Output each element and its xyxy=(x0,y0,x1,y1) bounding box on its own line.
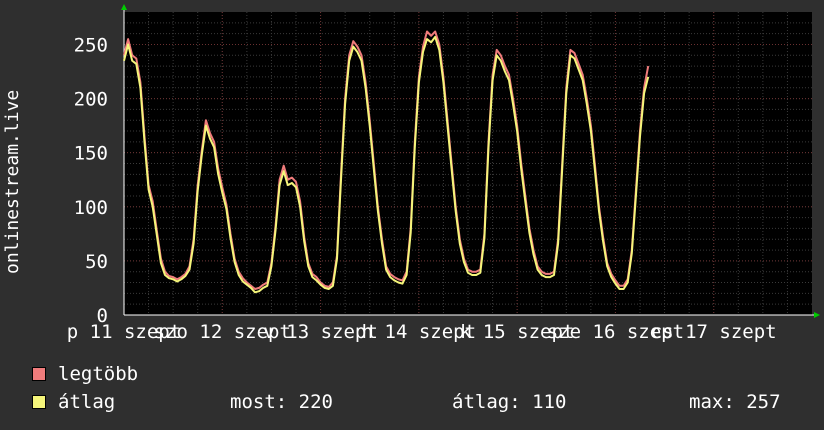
x-tick-label: h 14 szept xyxy=(362,321,476,343)
y-axis-label: onlinestream.live xyxy=(2,90,23,274)
chart: 050100150200250p 11 szeptszo 12 szeptv 1… xyxy=(2,4,820,343)
x-axis-arrow xyxy=(814,312,820,318)
y-tick-label: 50 xyxy=(85,251,108,273)
y-tick-label: 250 xyxy=(74,34,108,56)
y-tick-label: 100 xyxy=(74,197,108,219)
y-tick-label: 200 xyxy=(74,89,108,111)
y-axis-arrow xyxy=(121,4,127,10)
x-tick-label: v 13 szept xyxy=(263,321,377,343)
y-tick-label: 150 xyxy=(74,143,108,165)
x-tick-label: cs 17 szept xyxy=(651,321,777,343)
